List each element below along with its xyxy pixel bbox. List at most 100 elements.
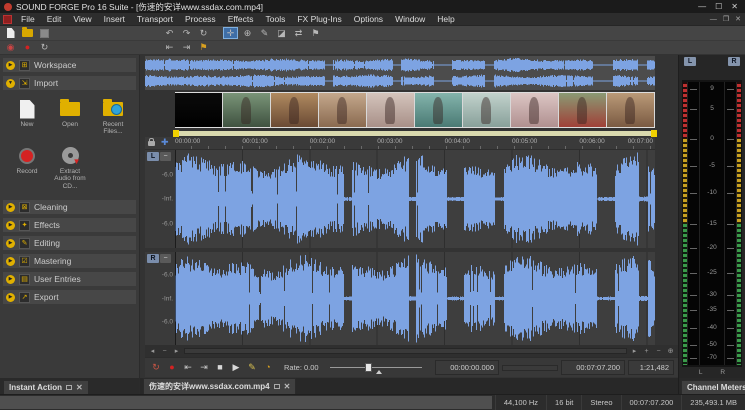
expand-icon[interactable]: ▶ xyxy=(6,257,15,266)
overview-waveform[interactable] xyxy=(145,56,655,90)
pencil-tool-button[interactable]: ✎ xyxy=(257,27,272,39)
loop-region-bar[interactable] xyxy=(145,130,655,137)
maximize-button[interactable]: ☐ xyxy=(715,3,722,11)
sidebar-item-workspace[interactable]: ▶⊞Workspace xyxy=(3,58,136,72)
close-icon[interactable]: ✕ xyxy=(284,383,291,391)
menu-process[interactable]: Process xyxy=(179,13,222,25)
pan-right-icon[interactable]: ▸ xyxy=(172,348,181,355)
zoom-tool-icon[interactable]: ⊕ xyxy=(666,348,675,355)
loop-region[interactable] xyxy=(175,131,655,136)
menu-file[interactable]: File xyxy=(15,13,41,25)
mdi-restore-button[interactable]: ❐ xyxy=(723,15,729,23)
loop-end-handle[interactable] xyxy=(651,130,657,137)
tab-document[interactable]: 伤速的安详www.ssdax.com.mp4 ✕ xyxy=(143,378,296,394)
record-button[interactable]: ● xyxy=(20,42,35,54)
tab-channel-meters[interactable]: Channel Meters xyxy=(681,380,745,394)
menu-help[interactable]: Help xyxy=(431,13,460,25)
repeat-button[interactable]: ↻ xyxy=(196,27,211,39)
expand-icon[interactable]: ▶ xyxy=(6,203,15,212)
resample-button[interactable]: ↻ xyxy=(37,42,52,54)
lock-icon[interactable] xyxy=(148,141,155,146)
loop-start-handle[interactable] xyxy=(173,130,179,137)
float-icon[interactable] xyxy=(274,384,280,389)
import-action-recent-files[interactable]: Recent Files... xyxy=(94,96,132,138)
horizontal-scrollbar[interactable]: ◂−▸ ▸+−⊕ xyxy=(145,345,678,357)
zoom-in-time-icon[interactable]: + xyxy=(642,348,651,355)
stop-button[interactable]: ■ xyxy=(213,361,227,375)
menu-effects[interactable]: Effects xyxy=(222,13,260,25)
menu-insert[interactable]: Insert xyxy=(98,13,131,25)
expand-icon[interactable]: ▶ xyxy=(6,293,15,302)
move-icon[interactable]: ✚ xyxy=(161,138,169,147)
smart-tool-button[interactable]: ⚑ xyxy=(308,27,323,39)
import-action-record[interactable]: Record xyxy=(8,143,46,192)
menu-view[interactable]: View xyxy=(67,13,97,25)
expand-icon[interactable]: ▶ xyxy=(6,239,15,248)
go-to-start-button[interactable]: ⇤ xyxy=(162,42,177,54)
waveform-L[interactable] xyxy=(175,150,655,248)
channel-button-L[interactable]: L xyxy=(147,152,159,161)
sidebar-item-mastering[interactable]: ▶☑Mastering xyxy=(3,254,136,268)
meter-right-button[interactable]: R xyxy=(728,57,740,66)
mdi-minimize-button[interactable]: — xyxy=(710,16,717,23)
channel-minimize-button[interactable]: − xyxy=(160,152,171,161)
pan-center-icon[interactable]: − xyxy=(160,348,169,355)
edit-tool-button[interactable]: ✛ xyxy=(223,27,238,39)
pan-left-icon[interactable]: ◂ xyxy=(148,348,157,355)
rate-slider-handle[interactable] xyxy=(365,363,372,372)
sidebar-item-cleaning[interactable]: ▶⊠Cleaning xyxy=(3,200,136,214)
menu-fx-plug-ins[interactable]: FX Plug-Ins xyxy=(291,13,347,25)
sidebar-item-editing[interactable]: ▶✎Editing xyxy=(3,236,136,250)
loop-playback-button[interactable]: ↻ xyxy=(149,361,163,375)
close-button[interactable]: ✕ xyxy=(731,3,738,11)
channel-minimize-button[interactable]: − xyxy=(160,254,171,263)
play-cursor-icon[interactable]: ▸ xyxy=(630,348,639,355)
import-action-extract-cd[interactable]: Extract Audio from CD... xyxy=(51,143,89,192)
expand-icon[interactable]: ▶ xyxy=(6,275,15,284)
envelope-tool-button[interactable]: ◪ xyxy=(274,27,289,39)
collapse-icon[interactable]: ▼ xyxy=(6,79,15,88)
undo-button[interactable]: ↶ xyxy=(162,27,177,39)
scrollbar-track[interactable] xyxy=(184,348,627,354)
new-file-button[interactable] xyxy=(3,27,18,39)
sidebar-item-user-entries[interactable]: ▶▤User Entries xyxy=(3,272,136,286)
go-to-start-button[interactable]: ⇤ xyxy=(181,361,195,375)
expand-icon[interactable]: ▶ xyxy=(6,221,15,230)
menu-edit[interactable]: Edit xyxy=(41,13,68,25)
waveform-R[interactable] xyxy=(175,252,655,345)
play-button[interactable]: ▶ xyxy=(229,361,243,375)
menu-tools[interactable]: Tools xyxy=(260,13,292,25)
meter-left-button[interactable]: L xyxy=(684,57,696,66)
play-as-sample-button[interactable]: ✎ xyxy=(245,361,259,375)
sidebar-item-export[interactable]: ▶↗Export xyxy=(3,290,136,304)
float-icon[interactable] xyxy=(66,385,72,390)
menu-window[interactable]: Window xyxy=(389,13,431,25)
tab-instant-action[interactable]: Instant Action ✕ xyxy=(3,380,89,394)
open-file-button[interactable] xyxy=(20,27,35,39)
scrub-button[interactable]: ◔ xyxy=(261,361,275,375)
record-button[interactable]: ● xyxy=(165,361,179,375)
go-to-end-button[interactable]: ⇥ xyxy=(179,42,194,54)
time-ruler[interactable]: ✚ 00:00:0000:01:0000:02:0000:03:0000:04:… xyxy=(145,137,655,150)
save-file-button[interactable] xyxy=(37,27,52,39)
menu-transport[interactable]: Transport xyxy=(131,13,179,25)
expand-icon[interactable]: ▶ xyxy=(6,61,15,70)
go-to-end-button[interactable]: ⇥ xyxy=(197,361,211,375)
close-icon[interactable]: ✕ xyxy=(76,384,83,392)
import-action-new[interactable]: New xyxy=(8,96,46,138)
zoom-out-time-icon[interactable]: − xyxy=(654,348,663,355)
mdi-close-button[interactable]: ✕ xyxy=(735,15,741,23)
magnify-tool-button[interactable]: ⊕ xyxy=(240,27,255,39)
rate-slider[interactable] xyxy=(330,367,422,368)
sidebar-item-import[interactable]: ▼⇲Import xyxy=(3,76,136,90)
menu-options[interactable]: Options xyxy=(348,13,389,25)
channel-button-R[interactable]: R xyxy=(147,254,159,263)
event-tool-button[interactable]: ⇄ xyxy=(291,27,306,39)
redo-button[interactable]: ↷ xyxy=(179,27,194,39)
insert-marker-button[interactable]: ⚑ xyxy=(196,42,211,54)
sidebar-item-effects[interactable]: ▶✦Effects xyxy=(3,218,136,232)
import-action-open[interactable]: Open xyxy=(51,96,89,138)
meter-scale-labels: 950-5-10-15-20-25-30-35-40-50-70 xyxy=(700,82,724,365)
minimize-button[interactable]: — xyxy=(698,3,706,11)
record-options-button[interactable]: ◉ xyxy=(3,42,18,54)
